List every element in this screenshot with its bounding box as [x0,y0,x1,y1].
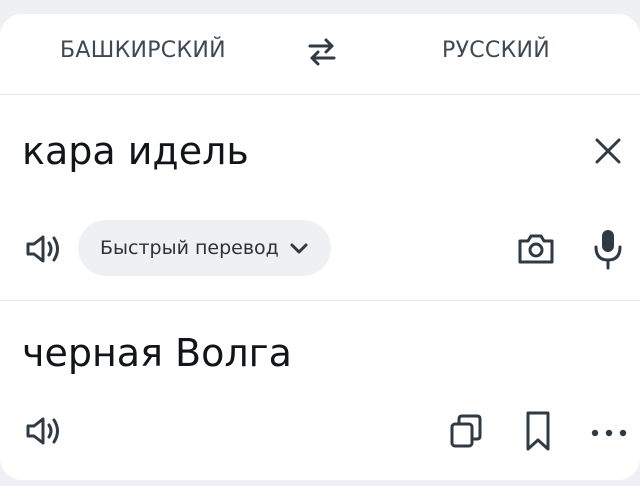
translation-text: черная Волга [22,331,292,375]
close-icon[interactable] [590,133,626,169]
quick-translate-dropdown[interactable]: Быстрый перевод [78,220,331,276]
microphone-icon[interactable] [590,227,626,271]
source-language-button[interactable]: БАШКИРСКИЙ [60,38,226,63]
chevron-down-icon [289,238,309,258]
target-language-button[interactable]: РУССКИЙ [442,38,550,63]
copy-icon[interactable] [446,411,486,451]
swap-languages-icon[interactable] [304,34,340,70]
more-icon[interactable] [588,411,630,451]
translation-panel: черная Волга [0,301,640,480]
language-bar: БАШКИРСКИЙ РУССКИЙ [0,14,640,95]
bookmark-icon[interactable] [520,409,556,453]
source-panel: кара идель Быстрый перевод [0,95,640,301]
quick-translate-label: Быстрый перевод [100,237,279,259]
speaker-icon[interactable] [24,229,64,269]
translator-card: БАШКИРСКИЙ РУССКИЙ кара идель Быстрый пе… [0,14,640,480]
source-text-input[interactable]: кара идель [22,129,249,173]
camera-icon[interactable] [516,229,556,269]
speaker-icon[interactable] [24,411,64,451]
